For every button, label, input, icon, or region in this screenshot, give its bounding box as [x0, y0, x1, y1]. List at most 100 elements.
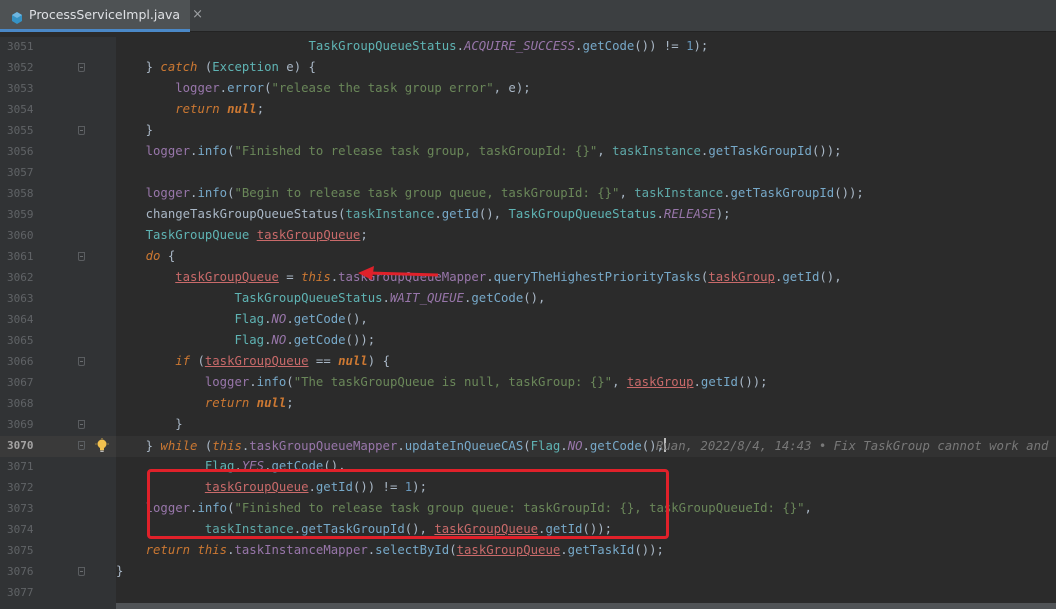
line-number: 3061 [7, 250, 34, 263]
code-text[interactable]: } while (this.taskGroupQueueMapper.updat… [116, 438, 666, 453]
gutter-cell[interactable]: 3055 [0, 121, 116, 142]
code-text[interactable]: TaskGroupQueueStatus.WAIT_QUEUE.getCode(… [116, 291, 545, 305]
code-line[interactable]: 3075 return this.taskInstanceMapper.sele… [0, 541, 1056, 562]
code-line[interactable]: 3052 } catch (Exception e) { [0, 58, 1056, 79]
gutter-cell[interactable]: 3065 [0, 331, 116, 352]
gutter-cell[interactable]: 3052 [0, 58, 116, 79]
fold-marker-icon[interactable] [78, 357, 85, 366]
gutter-cell[interactable]: 3061 [0, 247, 116, 268]
gutter-cell[interactable]: 3069 [0, 415, 116, 436]
fold-marker-icon[interactable] [78, 63, 85, 72]
fold-marker-icon[interactable] [78, 567, 85, 576]
code-text[interactable]: TaskGroupQueue taskGroupQueue; [116, 228, 368, 242]
code-line[interactable]: 3067 logger.info("The taskGroupQueue is … [0, 373, 1056, 394]
code-token: ACQUIRE_SUCCESS [463, 39, 576, 53]
code-text[interactable]: logger.info("The taskGroupQueue is null,… [116, 375, 768, 389]
gutter-cell[interactable]: 3071 [0, 457, 116, 478]
code-text[interactable]: logger.error("release the task group err… [116, 81, 530, 95]
code-text[interactable]: Flag.NO.getCode()); [116, 333, 375, 347]
gutter-cell[interactable]: 3075 [0, 541, 116, 562]
horizontal-scrollbar[interactable] [116, 603, 1056, 609]
code-text[interactable]: } [116, 417, 182, 431]
line-number: 3073 [7, 502, 34, 515]
code-text[interactable]: Flag.NO.getCode(), [116, 312, 367, 326]
code-line[interactable]: 3053 logger.error("release the task grou… [0, 79, 1056, 100]
code-line[interactable]: 3077 [0, 583, 1056, 604]
code-token: = [278, 270, 302, 284]
code-text[interactable]: return null; [116, 396, 294, 410]
gutter-cell[interactable]: 3072 [0, 478, 116, 499]
lightbulb-icon[interactable] [95, 438, 109, 454]
code-text[interactable]: do { [116, 249, 176, 263]
fold-marker-icon[interactable] [78, 420, 85, 429]
gutter-cell[interactable]: 3076 [0, 562, 116, 583]
gutter-cell[interactable]: 3058 [0, 184, 116, 205]
code-text[interactable]: } catch (Exception e) { [116, 60, 316, 74]
gutter-cell[interactable]: 3051 [0, 37, 116, 58]
code-line[interactable]: 3054 return null; [0, 100, 1056, 121]
gutter-cell[interactable]: 3060 [0, 226, 116, 247]
code-text[interactable]: return this.taskInstanceMapper.selectByI… [116, 543, 664, 557]
code-token: ()); [634, 543, 664, 557]
fold-marker-icon[interactable] [78, 441, 85, 450]
gutter-cell[interactable]: 3077 [0, 583, 116, 604]
git-blame-annotation[interactable]: Ruan, 2022/8/4, 14:43 • Fix TaskGroup ca… [656, 439, 1056, 453]
code-line[interactable]: 3068 return null; [0, 394, 1056, 415]
code-text[interactable]: return null; [116, 102, 264, 116]
code-line[interactable]: 3064 Flag.NO.getCode(), [0, 310, 1056, 331]
code-token: taskGroupQueue [204, 354, 309, 368]
code-text[interactable]: if (taskGroupQueue == null) { [116, 354, 390, 368]
line-number: 3053 [7, 82, 34, 95]
gutter-cell[interactable]: 3057 [0, 163, 116, 184]
line-number: 3075 [7, 544, 34, 557]
gutter-cell[interactable]: 3066 [0, 352, 116, 373]
code-text[interactable]: logger.info("Begin to release task group… [116, 186, 864, 200]
code-line[interactable]: 3056 logger.info("Finished to release ta… [0, 142, 1056, 163]
code-token: ()); [834, 186, 864, 200]
code-line[interactable]: 3055 } [0, 121, 1056, 142]
close-icon[interactable]: × [192, 7, 203, 22]
gutter-cell[interactable]: 3073 [0, 499, 116, 520]
code-text[interactable]: } [116, 564, 123, 578]
gutter-cell[interactable]: 3062 [0, 268, 116, 289]
code-token: "Begin to release task group queue, task… [234, 186, 620, 200]
gutter-cell[interactable]: 3053 [0, 79, 116, 100]
fold-marker-icon[interactable] [78, 126, 85, 135]
gutter-cell[interactable]: 3054 [0, 100, 116, 121]
code-line[interactable]: 3058 logger.info("Begin to release task … [0, 184, 1056, 205]
code-line[interactable]: 3062 taskGroupQueue = this.taskGroupQueu… [0, 268, 1056, 289]
editor-tab-bar: ProcessServiceImpl.java × [0, 0, 1056, 32]
scrollbar-thumb[interactable] [116, 603, 1056, 609]
tab-process-service-impl[interactable]: ProcessServiceImpl.java × [0, 0, 203, 32]
gutter-cell[interactable]: 3068 [0, 394, 116, 415]
gutter-cell[interactable]: 3070 [0, 436, 116, 457]
code-text[interactable]: } [116, 123, 153, 137]
code-text[interactable]: changeTaskGroupQueueStatus(taskInstance.… [116, 207, 731, 221]
code-line[interactable]: 3057 [0, 163, 1056, 184]
gutter-cell[interactable]: 3064 [0, 310, 116, 331]
code-text[interactable]: TaskGroupQueueStatus.ACQUIRE_SUCCESS.get… [116, 39, 709, 53]
code-line[interactable]: 3060 TaskGroupQueue taskGroupQueue; [0, 226, 1056, 247]
code-line[interactable]: 3066 if (taskGroupQueue == null) { [0, 352, 1056, 373]
gutter-cell[interactable]: 3074 [0, 520, 116, 541]
code-line[interactable]: 3076} [0, 562, 1056, 583]
code-line[interactable]: 3069 } [0, 415, 1056, 436]
code-line[interactable]: 3059 changeTaskGroupQueueStatus(taskInst… [0, 205, 1056, 226]
code-token: . [486, 270, 494, 284]
fold-marker-icon[interactable] [78, 252, 85, 261]
code-line[interactable]: 3063 TaskGroupQueueStatus.WAIT_QUEUE.get… [0, 289, 1056, 310]
line-number: 3052 [7, 61, 34, 74]
code-line[interactable]: 3061 do { [0, 247, 1056, 268]
code-text[interactable]: taskGroupQueue = this.taskGroupQueueMapp… [116, 270, 841, 284]
code-token: { [160, 249, 176, 263]
gutter-cell[interactable]: 3056 [0, 142, 116, 163]
gutter-cell[interactable]: 3063 [0, 289, 116, 310]
code-line[interactable]: 3070 } while (this.taskGroupQueueMapper.… [0, 436, 1056, 457]
line-number: 3059 [7, 208, 34, 221]
code-text[interactable]: logger.info("Finished to release task gr… [116, 144, 842, 158]
code-line[interactable]: 3051 TaskGroupQueueStatus.ACQUIRE_SUCCES… [0, 37, 1056, 58]
gutter-cell[interactable]: 3067 [0, 373, 116, 394]
code-editor[interactable]: 3051 TaskGroupQueueStatus.ACQUIRE_SUCCES… [0, 37, 1056, 609]
gutter-cell[interactable]: 3059 [0, 205, 116, 226]
code-line[interactable]: 3065 Flag.NO.getCode()); [0, 331, 1056, 352]
